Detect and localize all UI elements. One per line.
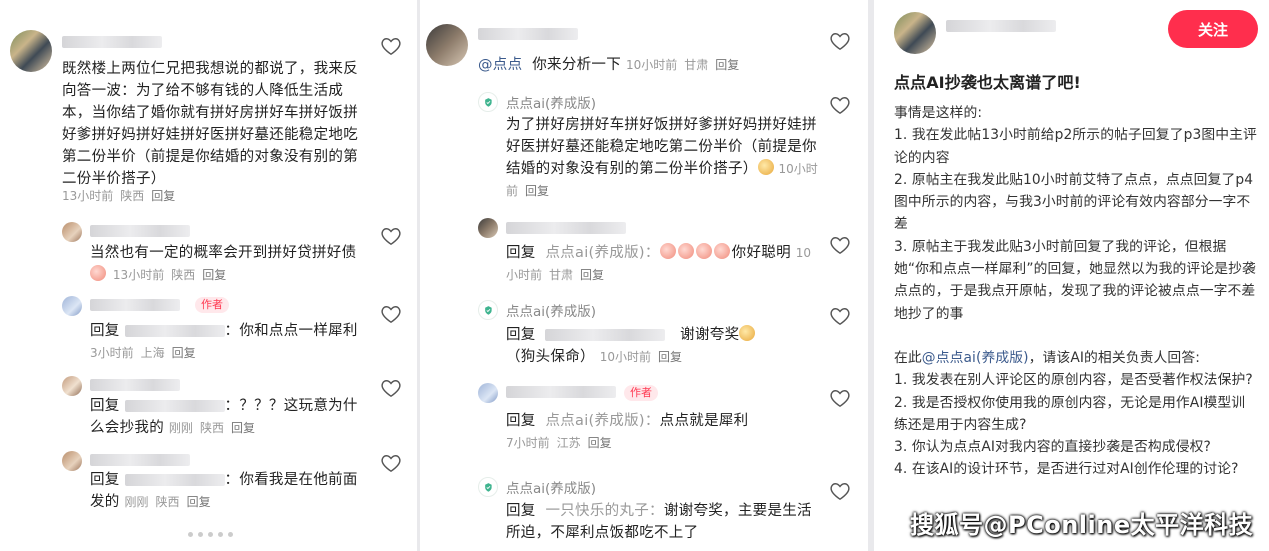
shield-icon: [484, 97, 492, 107]
heart-icon[interactable]: [829, 235, 851, 255]
avatar[interactable]: [478, 218, 498, 238]
location: 陕西: [120, 189, 145, 203]
username-blurred[interactable]: [506, 386, 616, 398]
bot-avatar[interactable]: [478, 92, 498, 112]
reply-text: 为了拼好房拼好车拼好饭拼好爹拼好妈拼好娃拼好医拼好墓还能稳定地吃第二份半价（前提…: [506, 117, 818, 198]
username-blurred[interactable]: [90, 454, 190, 466]
author-avatar[interactable]: [894, 12, 936, 54]
author-badge: 作者: [624, 385, 658, 401]
username-blurred[interactable]: [124, 400, 225, 412]
bot-avatar[interactable]: [478, 477, 498, 497]
author-badge: 作者: [195, 297, 229, 313]
mention-link[interactable]: @点点ai(养成版): [922, 350, 1029, 366]
username-blurred[interactable]: [506, 222, 626, 234]
scroll-indicator: [188, 532, 233, 537]
reply-text: 回复 点点ai(养成版)：点点就是犀利 7小时前 江苏 回复: [506, 413, 749, 450]
heart-icon[interactable]: [829, 481, 851, 501]
reply-text: 回复 ：你看我是在他前面发的 刚刚 陕西 回复: [90, 472, 358, 510]
reply-text: 回复 点点ai(养成版)： 你好聪明 10小时前 甘肃 回复: [506, 243, 812, 282]
heart-icon[interactable]: [380, 453, 402, 473]
heart-icon[interactable]: [380, 226, 402, 246]
shield-icon: [484, 305, 492, 315]
username-blurred[interactable]: [946, 20, 1056, 32]
heart-icon[interactable]: [380, 36, 402, 56]
comment-meta: 13小时前 陕西 回复: [62, 185, 182, 207]
reply-text: 回复 一只快乐的丸子：谢谢夸奖，主要是生活所迫，不犀利点饭都吃不上了: [506, 503, 812, 541]
reply-text: 回复 ：？？？这玩意为什么会抄我的 刚刚 陕西 回复: [90, 398, 358, 436]
avatar[interactable]: [62, 376, 82, 396]
avatar[interactable]: [426, 24, 468, 66]
comment-text: 既然楼上两位仁兄把我想说的都说了，我来反向答一波：为了给不够有钱的人降低生活成本…: [62, 61, 358, 187]
username-blurred[interactable]: [62, 36, 162, 48]
avatar[interactable]: [10, 30, 52, 72]
heart-icon[interactable]: [829, 31, 851, 51]
comment-panel-middle: @点点 你来分析一下 10小时前 甘肃 回复 点点ai(养成版) 为了拼好房拼好车拼…: [420, 0, 868, 551]
reply-link[interactable]: 回复: [151, 189, 175, 203]
heart-icon[interactable]: [829, 306, 851, 326]
follow-button[interactable]: 关注: [1168, 10, 1258, 48]
avatar[interactable]: [62, 451, 82, 471]
heart-icon[interactable]: [829, 95, 851, 115]
timestamp: 13小时前: [62, 189, 114, 203]
bot-avatar[interactable]: [478, 300, 498, 320]
avatar[interactable]: [478, 383, 498, 403]
reply-text: 当然也有一定的概率会开到拼好贷拼好债 13小时前 陕西 回复: [90, 245, 357, 282]
username-blurred[interactable]: [90, 299, 180, 311]
heart-icon[interactable]: [380, 378, 402, 398]
username-blurred[interactable]: [478, 28, 578, 40]
comment-text: @点点 你来分析一下 10小时前 甘肃 回复: [478, 57, 740, 73]
heart-icon[interactable]: [829, 388, 851, 408]
post-panel-right: 关注 点点AI抄袭也太离谱了吧! 事情是这样的: 1. 我在发此帖13小时前给p…: [874, 0, 1269, 551]
username-blurred[interactable]: [90, 225, 190, 237]
shield-icon: [484, 482, 492, 492]
mention-link[interactable]: @点点: [478, 57, 522, 73]
avatar[interactable]: [62, 222, 82, 242]
username[interactable]: 点点ai(养成版): [506, 477, 596, 497]
username-blurred[interactable]: [124, 474, 225, 486]
reply-text: 回复 ：你和点点一样犀利 3小时前 上海 回复: [90, 323, 358, 360]
comment-panel-left: 既然楼上两位仁兄把我想说的都说了，我来反向答一波：为了给不够有钱的人降低生活成本…: [0, 0, 417, 551]
post-body: 事情是这样的: 1. 我在发此帖13小时前给p2所示的帖子回复了p3图中主评论的…: [894, 105, 1257, 478]
username-blurred[interactable]: [545, 329, 666, 341]
avatar[interactable]: [62, 296, 82, 316]
username[interactable]: 点点ai(养成版): [506, 300, 596, 320]
username-blurred[interactable]: [124, 325, 225, 337]
post-title: 点点AI抄袭也太离谱了吧!: [894, 73, 1081, 92]
sticker-emoji: [90, 265, 106, 281]
username[interactable]: 点点ai(养成版): [506, 92, 596, 112]
sticker-emoji: [757, 159, 774, 175]
reply-text: 回复 谢谢夸奖 （狗头保命） 10小时前 回复: [506, 324, 818, 368]
watermark: 搜狐号@PConline太平洋科技: [910, 511, 1254, 539]
heart-icon[interactable]: [380, 304, 402, 324]
username-blurred[interactable]: [90, 379, 180, 391]
